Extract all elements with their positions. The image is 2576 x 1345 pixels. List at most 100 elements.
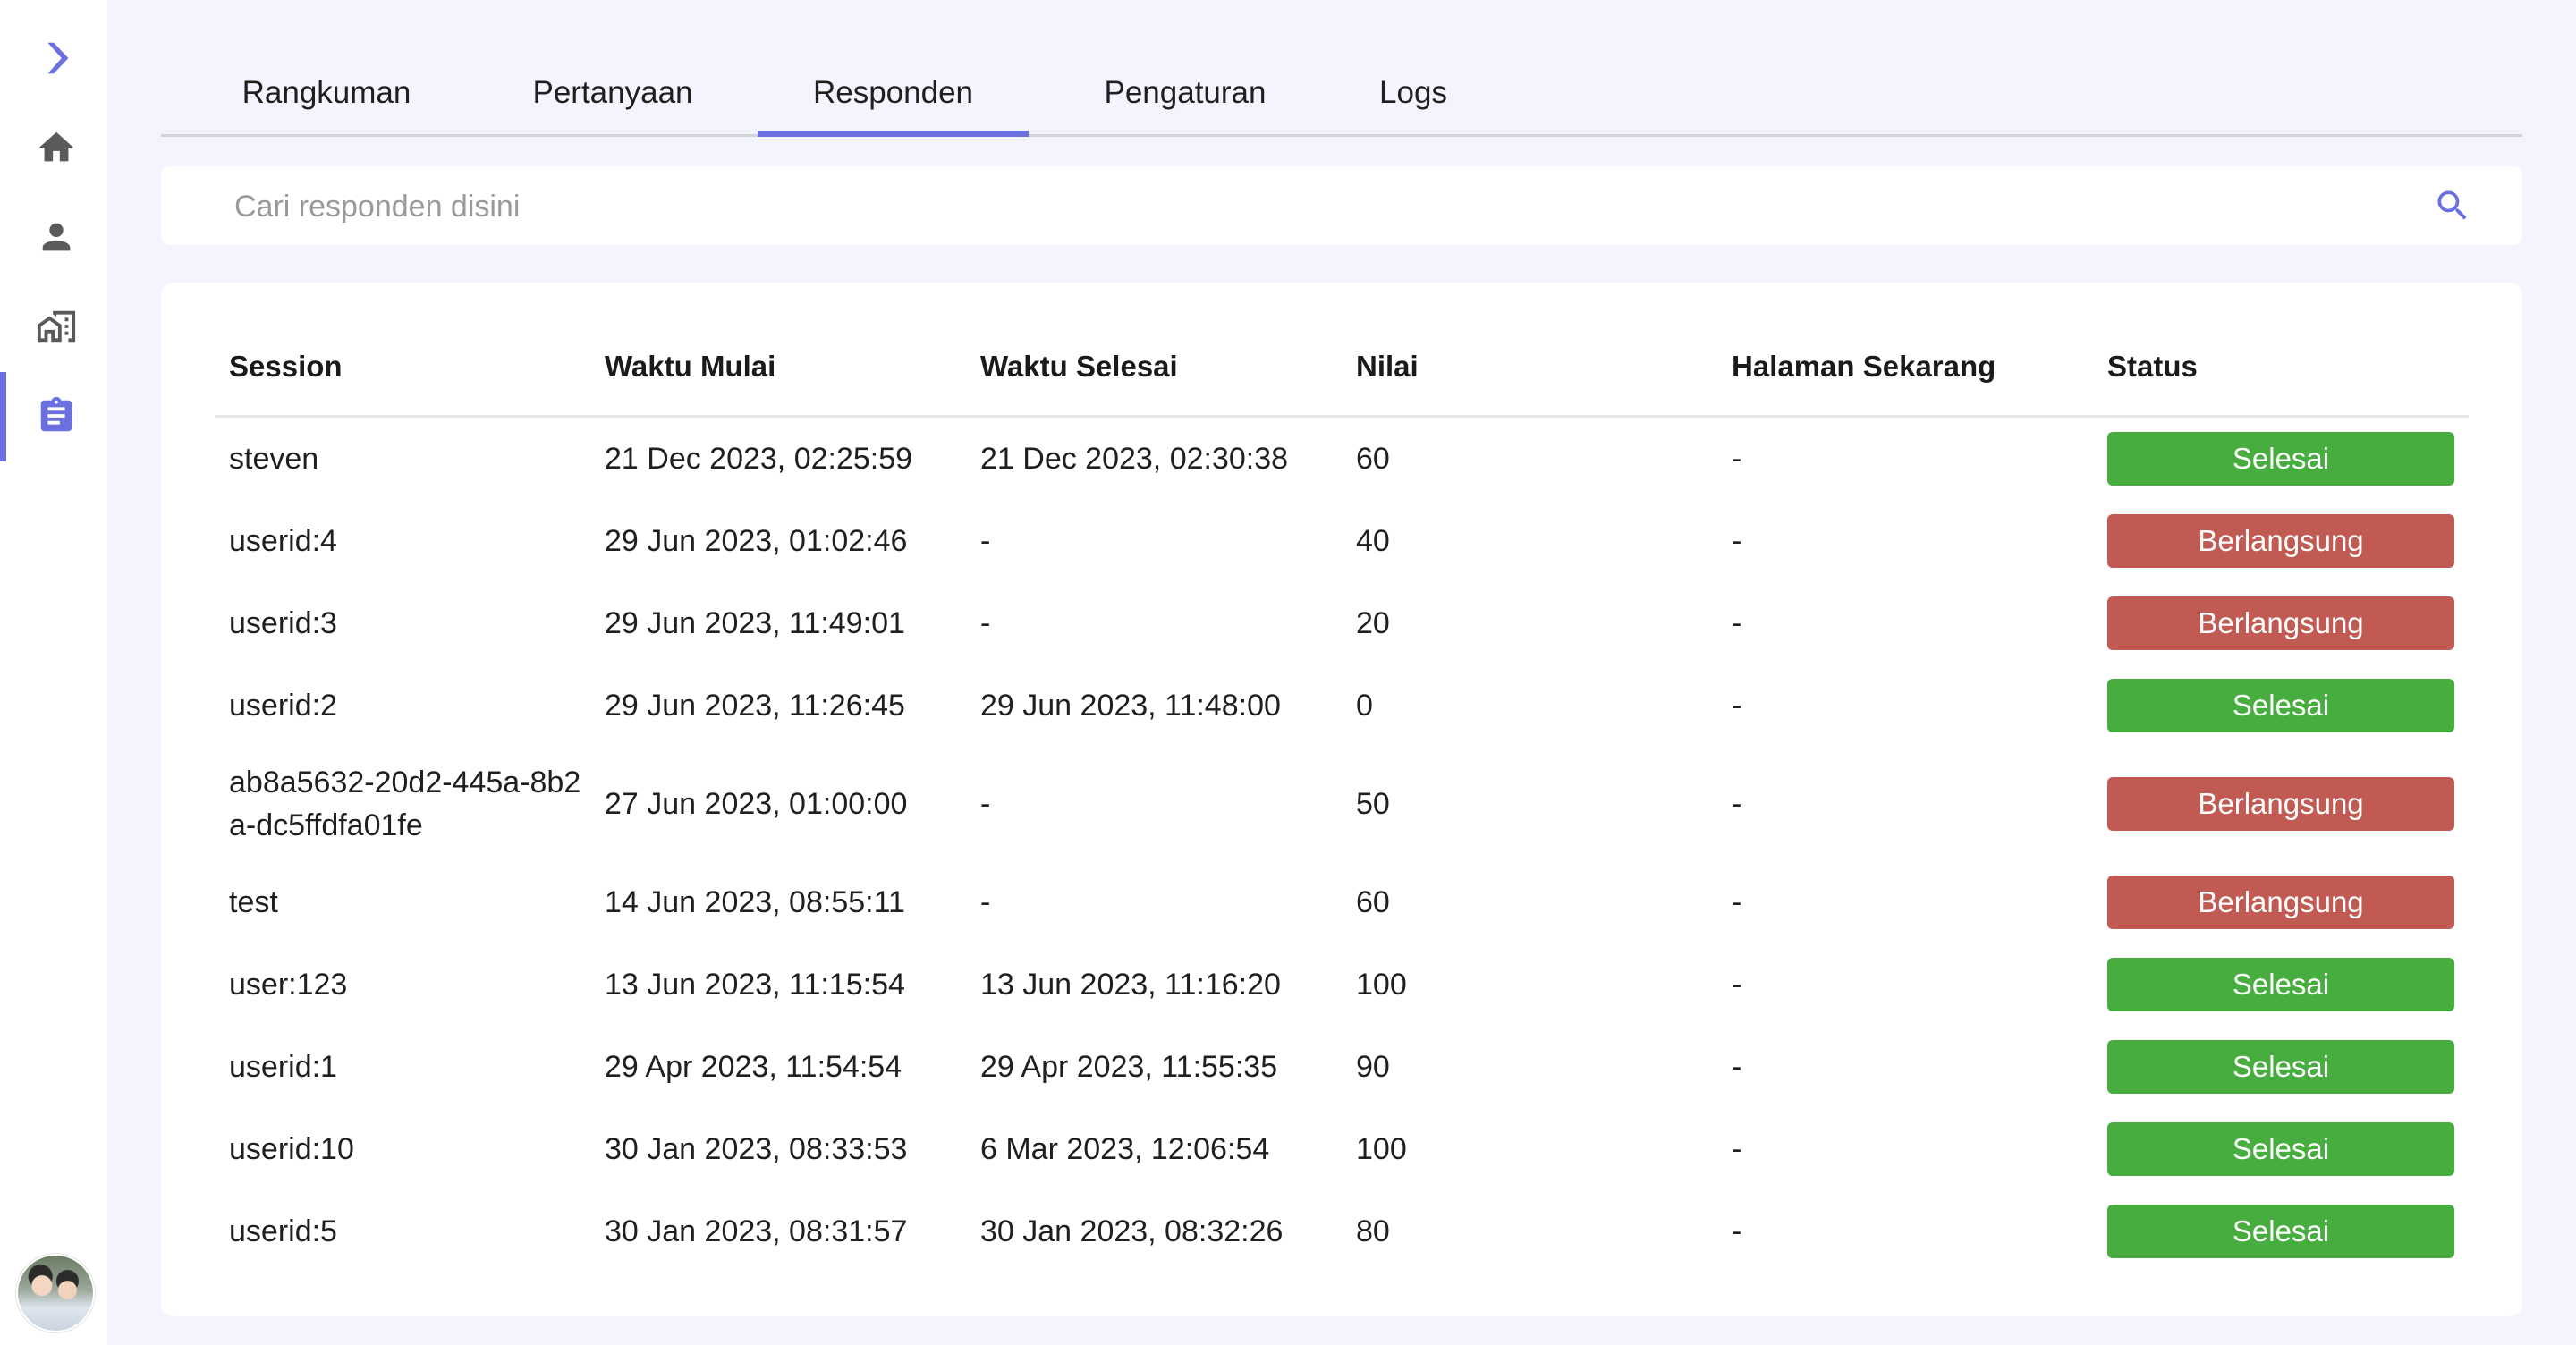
status-badge: Berlangsung [2107,514,2454,568]
cell-status: Selesai [2093,1026,2469,1108]
building-icon[interactable] [27,297,86,356]
cell-current-page: - [1732,1131,1742,1166]
cell-status: Selesai [2093,943,2469,1026]
search-icon[interactable] [2433,186,2472,225]
column-header-score[interactable]: Nilai [1342,318,1717,418]
cell-end-time: 13 Jun 2023, 11:16:20 [980,967,1281,1002]
clipboard-icon[interactable] [27,386,86,445]
cell-status: Berlangsung [2093,747,2469,861]
cell-session: ab8a5632-20d2-445a-8b2a-dc5ffdfa01fe [229,766,581,842]
cell-status: Selesai [2093,664,2469,747]
cell-start-time: 21 Dec 2023, 02:25:59 [605,441,913,476]
cell-score: 60 [1356,441,1390,476]
status-badge: Berlangsung [2107,596,2454,650]
column-header-end-time[interactable]: Waktu Selesai [966,318,1342,418]
cell-status: Berlangsung [2093,500,2469,582]
cell-session: steven [229,442,319,476]
chevron-right-icon[interactable] [27,29,86,88]
tab-logs[interactable]: Logs [1342,52,1485,134]
cell-current-page: - [1732,441,1742,476]
table-row[interactable]: userid:1 29 Apr 2023, 11:54:54 29 Apr 20… [215,1026,2469,1108]
status-badge: Selesai [2107,1122,2454,1176]
cell-session: user:123 [229,968,348,1002]
avatar[interactable] [16,1254,95,1332]
home-icon[interactable] [27,118,86,177]
status-badge: Selesai [2107,958,2454,1011]
cell-end-time: 30 Jan 2023, 08:32:26 [980,1214,1284,1248]
respondents-card: Session Waktu Mulai Waktu Selesai Nilai … [161,283,2522,1316]
cell-end-time: 21 Dec 2023, 02:30:38 [980,441,1289,476]
cell-session: userid:1 [229,1050,337,1084]
table-row[interactable]: test 14 Jun 2023, 08:55:11 - 60 - Berlan… [215,861,2469,943]
table-row[interactable]: steven 21 Dec 2023, 02:25:59 21 Dec 2023… [215,417,2469,501]
cell-session: userid:3 [229,606,337,640]
cell-start-time: 29 Jun 2023, 11:49:01 [605,605,905,640]
cell-start-time: 29 Jun 2023, 11:26:45 [605,688,905,723]
cell-session: userid:10 [229,1132,354,1166]
cell-score: 80 [1356,1214,1390,1248]
cell-end-time: 6 Mar 2023, 12:06:54 [980,1131,1270,1166]
table-row[interactable]: userid:3 29 Jun 2023, 11:49:01 - 20 - Be… [215,582,2469,664]
cell-current-page: - [1732,1214,1742,1248]
cell-score: 0 [1356,688,1373,723]
table-row[interactable]: userid:4 29 Jun 2023, 01:02:46 - 40 - Be… [215,500,2469,582]
cell-end-time: - [980,605,991,640]
status-badge: Berlangsung [2107,876,2454,929]
table-row[interactable]: userid:5 30 Jan 2023, 08:31:57 30 Jan 20… [215,1190,2469,1273]
table-row[interactable]: ab8a5632-20d2-445a-8b2a-dc5ffdfa01fe 27 … [215,747,2469,861]
cell-score: 100 [1356,967,1407,1002]
cell-start-time: 13 Jun 2023, 11:15:54 [605,967,905,1002]
tab-pengaturan[interactable]: Pengaturan [1055,52,1315,134]
cell-score: 20 [1356,605,1390,640]
tab-rangkuman[interactable]: Rangkuman [215,52,438,134]
cell-end-time: - [980,884,991,919]
tab-pertanyaan[interactable]: Pertanyaan [492,52,733,134]
table-row[interactable]: user:123 13 Jun 2023, 11:15:54 13 Jun 20… [215,943,2469,1026]
cell-score: 100 [1356,1131,1407,1166]
cell-end-time: - [980,786,991,821]
tab-responden[interactable]: Responden [758,52,1029,137]
status-badge: Berlangsung [2107,777,2454,831]
cell-start-time: 27 Jun 2023, 01:00:00 [605,786,908,821]
column-header-session[interactable]: Session [215,318,590,418]
cell-score: 40 [1356,523,1390,558]
search-input[interactable] [233,166,2383,247]
status-badge: Selesai [2107,432,2454,486]
cell-status: Selesai [2093,417,2469,501]
cell-current-page: - [1732,523,1742,558]
cell-start-time: 30 Jan 2023, 08:31:57 [605,1214,908,1248]
table-row[interactable]: userid:10 30 Jan 2023, 08:33:53 6 Mar 20… [215,1108,2469,1190]
cell-session: userid:2 [229,689,337,723]
cell-session: test [229,885,278,919]
cell-status: Berlangsung [2093,861,2469,943]
status-badge: Selesai [2107,1040,2454,1094]
cell-score: 50 [1356,786,1390,821]
cell-session: userid:4 [229,524,337,558]
search-bar [161,166,2522,247]
tab-bar: Rangkuman Pertanyaan Responden Pengatura… [161,52,2522,137]
cell-current-page: - [1732,884,1742,919]
cell-status: Selesai [2093,1190,2469,1273]
cell-current-page: - [1732,688,1742,723]
cell-start-time: 29 Apr 2023, 11:54:54 [605,1049,902,1084]
person-icon[interactable] [27,207,86,266]
active-nav-indicator [0,372,6,461]
table-row[interactable]: userid:2 29 Jun 2023, 11:26:45 29 Jun 20… [215,664,2469,747]
cell-current-page: - [1732,786,1742,821]
cell-start-time: 29 Jun 2023, 01:02:46 [605,523,908,558]
cell-end-time: - [980,523,991,558]
cell-session: userid:5 [229,1214,337,1248]
cell-score: 60 [1356,884,1390,919]
cell-current-page: - [1732,605,1742,640]
respondents-table: Session Waktu Mulai Waktu Selesai Nilai … [215,318,2469,1273]
status-badge: Selesai [2107,679,2454,732]
status-badge: Selesai [2107,1205,2454,1258]
cell-status: Berlangsung [2093,582,2469,664]
cell-current-page: - [1732,1049,1742,1084]
table-header-row: Session Waktu Mulai Waktu Selesai Nilai … [215,318,2469,418]
column-header-current-page[interactable]: Halaman Sekarang [1717,318,2093,418]
cell-end-time: 29 Jun 2023, 11:48:00 [980,688,1281,723]
column-header-status[interactable]: Status [2093,318,2469,418]
cell-score: 90 [1356,1049,1390,1084]
column-header-start-time[interactable]: Waktu Mulai [590,318,966,418]
